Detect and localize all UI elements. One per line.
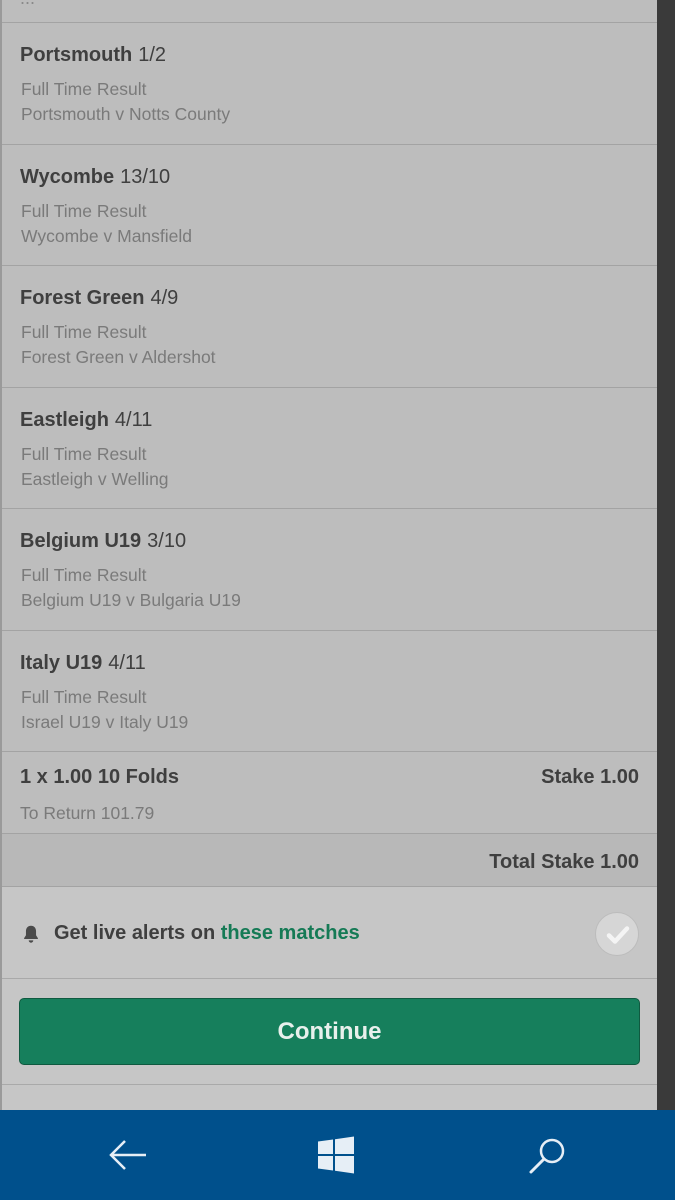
partial-row: ... [2,0,657,23]
to-return: To Return 101.79 [20,803,155,823]
screen: ... Portsmouth1/2 Full Time Result Ports… [0,0,675,1200]
live-alerts-row[interactable]: Get live alerts on these matches [2,887,657,979]
back-arrow-icon [109,1140,146,1170]
selection-match: Wycombe v Mansfield [21,225,193,246]
selection-item[interactable]: Belgium U19 3/10 Full Time Result Belgium… [2,509,657,631]
selection-odds: 13/10 [120,165,171,188]
selection-odds: 4/11 [108,651,146,674]
selection-odds: 4/9 [150,287,179,309]
selection-match: Forest Green v Aldershot [21,347,216,367]
selection-item[interactable]: Italy U19 4/11 Full Time Result Israel U1… [2,631,657,752]
continue-button[interactable]: Continue [19,998,640,1065]
selection-item[interactable]: Wycombe 13/10 Full Time Result Wycombe v … [2,145,657,266]
windows-nav-bar [0,1110,675,1200]
selection-list: Portsmouth 1/2 Full Time Result Portsmout… [2,23,657,752]
selection-team: Wycombe [20,165,115,188]
betslip-panel: ... Portsmouth1/2 Full Time Result Ports… [0,0,657,1110]
selection-market: Full Time Result [21,565,147,585]
selection-market: Full Time Result [21,686,147,707]
selection-odds: 1/2 [138,44,167,66]
selection-match: Portsmouth v Notts County [21,104,231,124]
selection-team: Belgium U19 [20,530,142,552]
selection-match: Eastleigh v Welling [21,468,169,489]
selection-market: Full Time Result [21,79,147,99]
selection-match: Israel U19 v Italy U19 [21,711,189,732]
total-stake-row: Total Stake 1.00 [2,834,657,887]
partial-row-text: ... [20,0,35,9]
search-button[interactable] [488,1110,608,1200]
selection-team: Forest Green [20,287,145,309]
selection-odds: 4/11 [114,408,153,431]
search-icon [529,1138,565,1174]
windows-logo-icon [318,1136,354,1174]
selection-item[interactable]: Eastleigh 4/11 Full Time Result Eastleigh… [2,388,657,509]
selection-market: Full Time Result [21,200,147,221]
selection-item[interactable]: Portsmouth 1/2 Full Time Result Portsmout… [2,23,657,145]
selection-item[interactable]: Forest Green 4/9 Full Time Result Forest … [2,266,657,388]
selection-team: Portsmouth [20,44,133,66]
selection-match: Belgium U19 v Bulgaria U19 [21,590,241,610]
check-icon [606,926,630,944]
folds-row[interactable]: 1 x 1.00 10 Folds Stake 1.00 To Return 1… [2,752,657,834]
alerts-text: Get live alerts on [54,922,221,944]
bell-icon [24,925,38,943]
alerts-toggle[interactable] [595,912,639,956]
panel-footer [2,1085,657,1110]
scrollbar[interactable] [657,0,675,1110]
folds-stake[interactable]: Stake 1.00 [541,766,639,789]
selection-odds: 3/10 [147,530,187,552]
selection-market: Full Time Result [21,322,147,342]
selection-team: Italy U19 [20,651,103,674]
these-matches-link[interactable]: these matches [221,922,360,944]
back-button[interactable] [68,1110,188,1200]
continue-area: Continue [2,979,657,1085]
selection-team: Eastleigh [20,408,109,431]
selection-market: Full Time Result [21,443,147,464]
total-stake: Total Stake 1.00 [489,851,639,873]
start-button[interactable] [276,1110,396,1200]
